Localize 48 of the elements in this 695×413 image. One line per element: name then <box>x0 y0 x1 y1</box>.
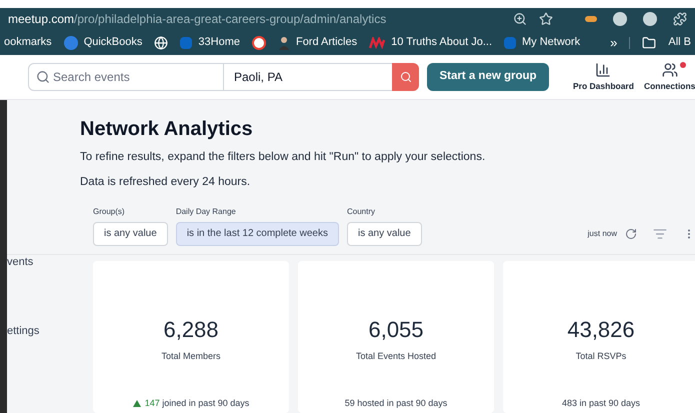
nav-link[interactable]: Connections <box>644 80 695 92</box>
refresh-icon[interactable] <box>625 228 637 240</box>
people-icon <box>662 62 678 78</box>
filter-label: Group(s) <box>93 206 126 218</box>
location-field[interactable]: Paoli, PA <box>224 63 392 91</box>
stat-value: 6,055 <box>368 316 424 344</box>
bookmark-link[interactable]: Ford Articles <box>296 34 358 51</box>
stat-label: Total RSVPs <box>576 350 626 362</box>
puzzle-icon[interactable] <box>673 12 687 26</box>
filter-dropdown[interactable]: is any value <box>347 222 422 246</box>
globe-icon <box>154 36 168 50</box>
stat-footer: 483 in past 90 days <box>562 397 640 410</box>
search-icon <box>36 70 50 84</box>
url-text[interactable]: meetup.com/pro/philadelphia-area-great-careers-group/admin/analytics <box>8 10 386 28</box>
nav-link[interactable]: Pro Dashboard <box>573 80 634 92</box>
person-icon <box>278 36 290 50</box>
dashboard-icon <box>595 62 612 78</box>
stat-label: Total Events Hosted <box>356 350 436 362</box>
script-m-icon <box>369 36 386 48</box>
stat-footer: 147 joined in past 90 days <box>144 397 250 410</box>
zoom-icon[interactable] <box>513 12 527 26</box>
stat-value: 43,826 <box>567 316 635 344</box>
stat-value: 6,288 <box>163 316 219 344</box>
bookmark-link[interactable]: All B <box>668 34 691 51</box>
filter-dropdown[interactable]: is in the last 12 complete weeks <box>176 222 339 246</box>
intro-text: To refine results, expand the filters below and hit "Run" to apply your selections. <box>80 150 486 165</box>
overflow-chevron[interactable]: » <box>610 32 618 52</box>
sidebar-item[interactable]: vents <box>7 254 34 270</box>
folder-icon <box>642 36 656 50</box>
page-title: Network Analytics <box>80 117 254 141</box>
sidebar-item[interactable]: ettings <box>7 323 40 340</box>
search-button[interactable] <box>392 63 419 91</box>
bookmark-link[interactable]: QuickBooks <box>84 34 142 51</box>
filter-dropdown[interactable]: is any value <box>93 222 168 246</box>
filter-label: Daily Day Range <box>176 206 237 218</box>
bookmark-link[interactable]: 10 Truths About Jo... <box>391 34 492 51</box>
search-field[interactable]: Search events <box>28 63 224 91</box>
start-group-button[interactable]: Start a new group <box>427 63 549 91</box>
refresh-time: just now <box>588 228 617 240</box>
bookmark-link[interactable]: 33Home <box>198 34 240 51</box>
filter-label: Country <box>347 206 376 218</box>
bookmark-link[interactable]: ookmarks <box>4 34 52 51</box>
search-icon <box>400 71 412 83</box>
stat-footer: 59 hosted in past 90 days <box>344 397 448 410</box>
star-icon[interactable] <box>539 12 553 26</box>
bookmark-link[interactable]: My Network <box>522 34 580 51</box>
refresh-note: Data is refreshed every 24 hours. <box>80 175 252 190</box>
stat-label: Total Members <box>161 350 221 362</box>
